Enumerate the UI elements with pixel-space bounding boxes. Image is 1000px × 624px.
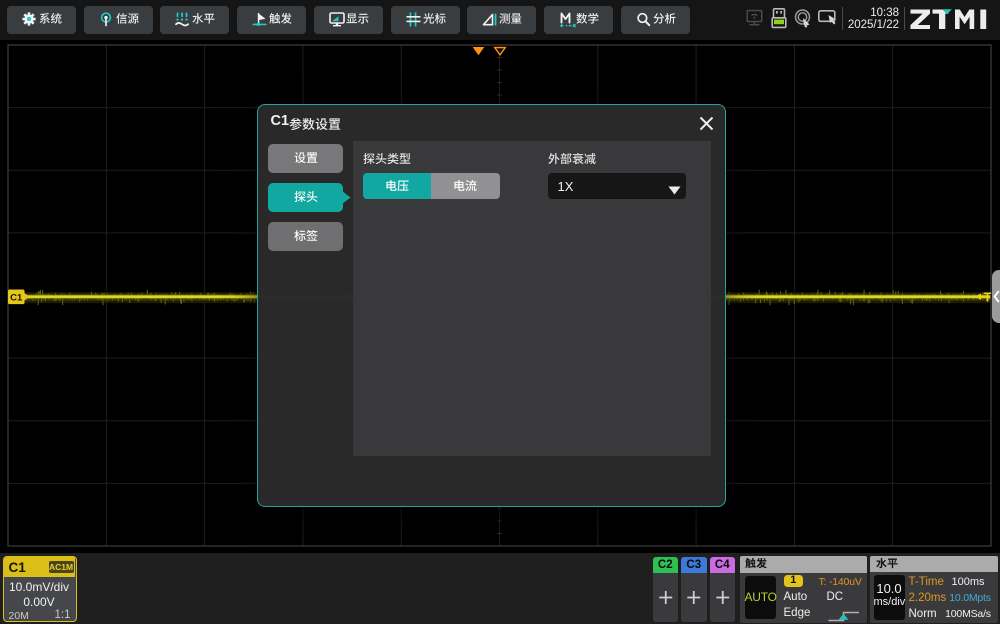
svg-text:T: T bbox=[984, 291, 992, 305]
svg-text:C1: C1 bbox=[10, 292, 23, 303]
